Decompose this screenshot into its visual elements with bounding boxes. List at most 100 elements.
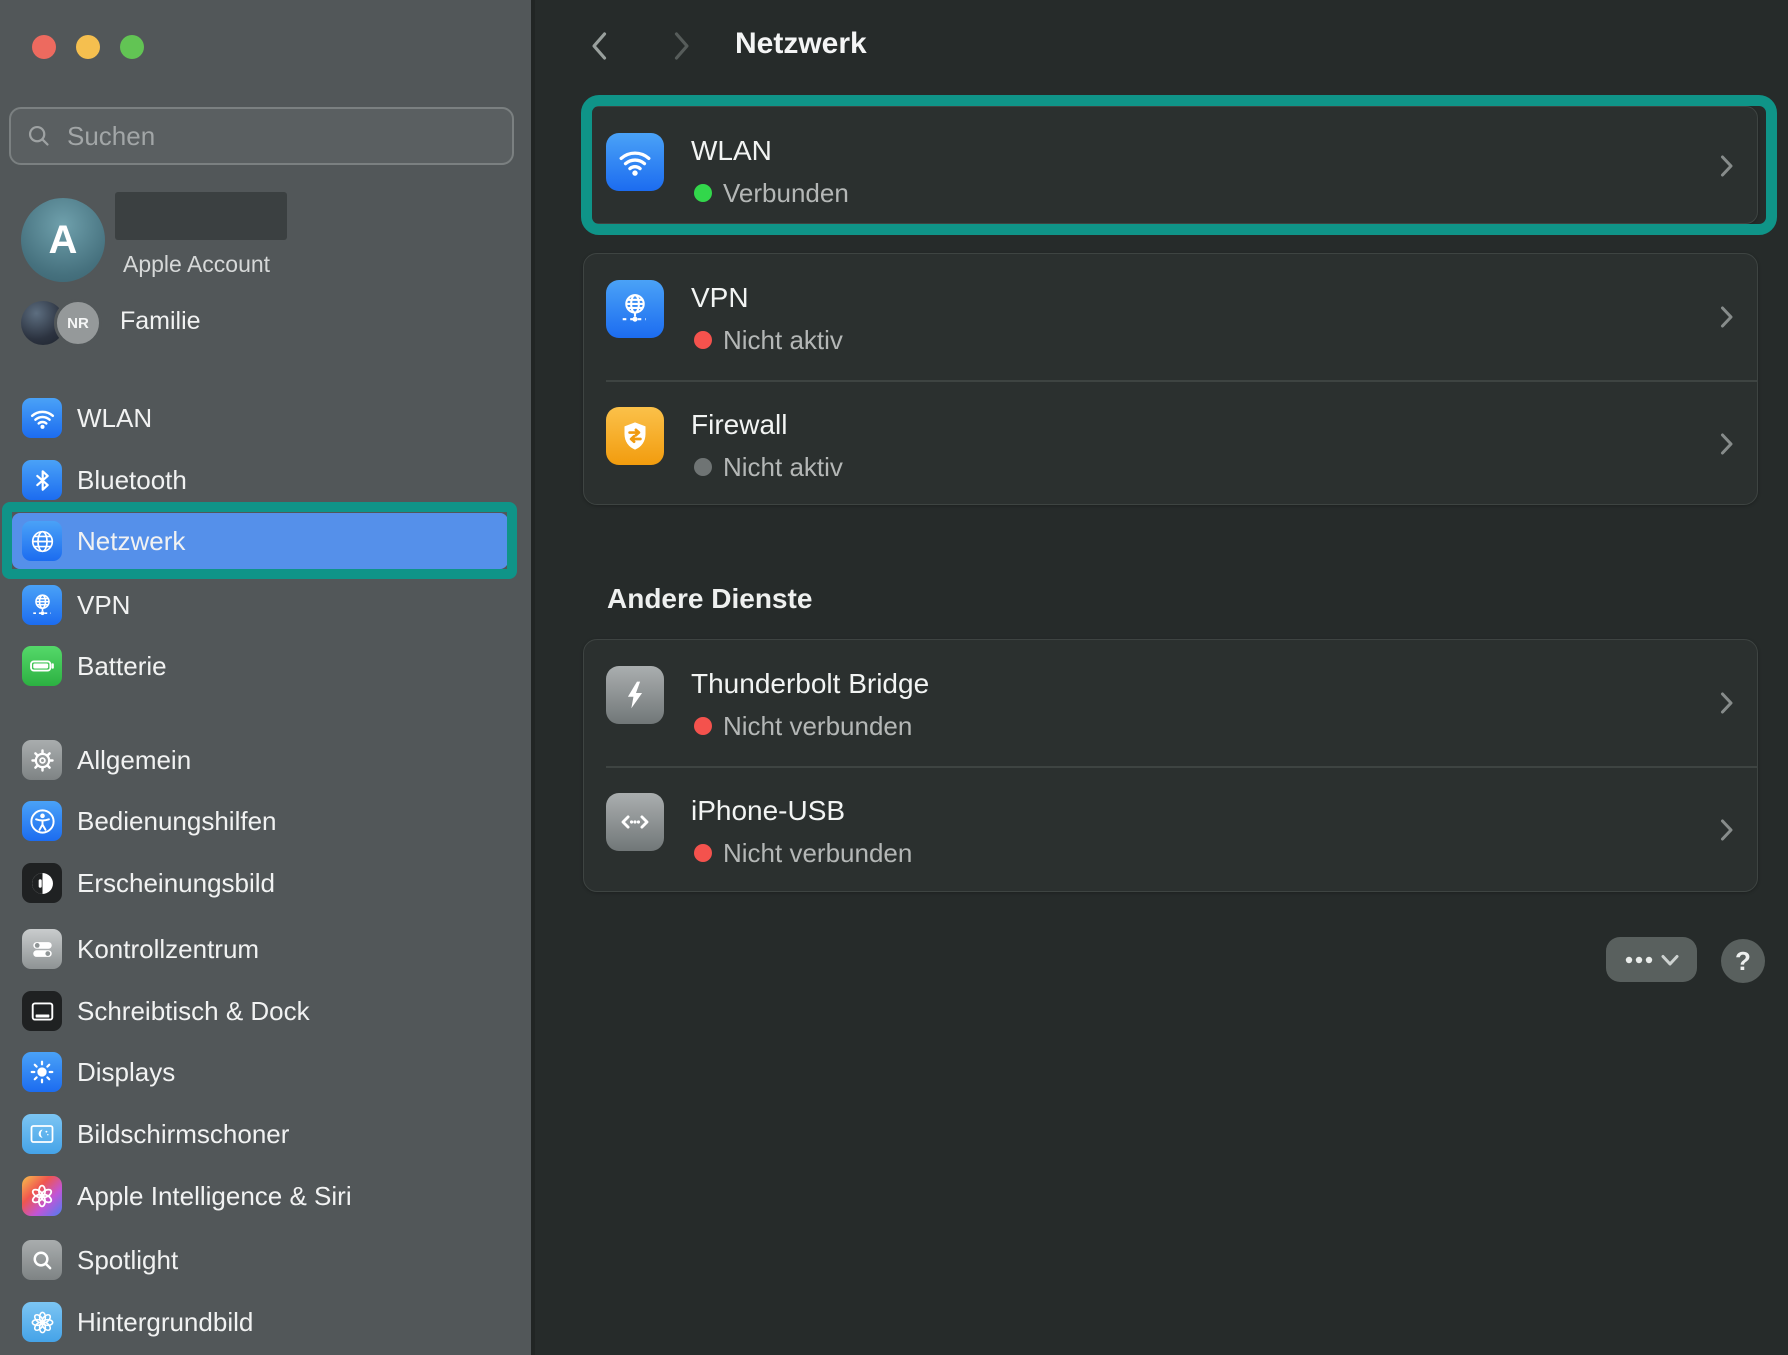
chevron-right-icon [1720,154,1734,178]
thunderbolt-icon [606,666,664,724]
ellipsis-chevron-icon [1622,948,1682,972]
wlan-row[interactable]: WLAN Verbunden [583,106,1758,224]
sidebar-item-label: Allgemein [77,745,191,776]
status-dot-red [694,331,712,349]
appearance-contrast-icon [22,863,62,903]
sidebar-item-bildschirmschoner[interactable]: Bildschirmschoner [12,1106,508,1162]
sidebar-item-label: Hintergrundbild [77,1307,253,1338]
status-dot-gray [694,458,712,476]
status-text: Nicht aktiv [723,454,843,480]
row-title: Thunderbolt Bridge [691,669,929,699]
main-content: Netzwerk WLAN Verbunden VPN N [535,0,1788,1355]
accessibility-icon [22,801,62,841]
sidebar-item-label: Erscheinungsbild [77,868,275,899]
row-title: VPN [691,283,749,313]
status-dot-red [694,717,712,735]
back-button[interactable] [590,31,608,61]
family-avatar-badge: NR [54,299,102,347]
wifi-icon [606,133,664,191]
bluetooth-icon [22,460,62,500]
sidebar-item-label: Bedienungshilfen [77,806,277,837]
sidebar-item-label: Bluetooth [77,465,187,496]
vpn-globe-icon [606,280,664,338]
sidebar-item-bedienungshilfen[interactable]: Bedienungshilfen [12,793,508,849]
help-button[interactable]: ? [1721,939,1765,983]
status-dot-red [694,844,712,862]
chevron-left-icon [590,31,608,61]
sidebar-item-schreibtisch-dock[interactable]: Schreibtisch & Dock [12,983,508,1039]
sidebar-item-label: Apple Intelligence & Siri [77,1181,352,1212]
vpn-globe-icon [22,585,62,625]
globe-icon [22,521,62,561]
more-options-button[interactable] [1606,937,1697,982]
other-services-card: Thunderbolt Bridge Nicht verbunden iPhon… [583,639,1758,892]
avatar[interactable]: A [21,198,105,282]
sidebar-item-allgemein[interactable]: Allgemein [12,732,508,788]
row-title: WLAN [691,136,772,166]
siri-rosette-icon [22,1176,62,1216]
iphone-usb-row[interactable]: iPhone-USB Nicht verbunden [584,767,1757,893]
chevron-right-icon [1720,818,1734,842]
status-row: Verbunden [694,180,849,206]
avatar-initial: A [49,218,78,263]
sidebar-item-label: Displays [77,1057,175,1088]
chevron-right-icon [673,31,691,61]
status-text: Nicht verbunden [723,840,912,866]
sidebar-item-bluetooth[interactable]: Bluetooth [12,452,508,508]
close-window-button[interactable] [32,35,56,59]
chevron-right-icon [1720,305,1734,329]
firewall-row[interactable]: Firewall Nicht aktiv [584,381,1757,507]
sidebar-item-apple-intelligence-siri[interactable]: Apple Intelligence & Siri [12,1168,508,1224]
status-text: Nicht aktiv [723,327,843,353]
minimize-window-button[interactable] [76,35,100,59]
toggles-icon [22,929,62,969]
sidebar-item-erscheinungsbild[interactable]: Erscheinungsbild [12,855,508,911]
magnifier-icon [22,1240,62,1280]
section-header: Andere Dienste [607,583,812,615]
zoom-window-button[interactable] [120,35,144,59]
sidebar-item-label: Schreibtisch & Dock [77,996,310,1027]
status-row: Nicht aktiv [694,454,843,480]
gear-icon [22,740,62,780]
row-title: Firewall [691,410,787,440]
vpn-row[interactable]: VPN Nicht aktiv [584,254,1757,380]
sidebar-item-displays[interactable]: Displays [12,1044,508,1100]
sidebar-item-apple-account[interactable]: Apple Account [123,251,270,278]
sidebar-item-batterie[interactable]: Batterie [12,638,508,694]
sun-icon [22,1052,62,1092]
sidebar-item-kontrollzentrum[interactable]: Kontrollzentrum [12,921,508,977]
question-mark-icon: ? [1735,946,1751,977]
sidebar-item-label: Spotlight [77,1245,178,1276]
page-title: Netzwerk [735,27,867,61]
battery-icon [22,646,62,686]
thunderbolt-bridge-row[interactable]: Thunderbolt Bridge Nicht verbunden [584,640,1757,766]
row-title: iPhone-USB [691,796,845,826]
firewall-shield-icon [606,407,664,465]
sidebar-item-hintergrundbild[interactable]: Hintergrundbild [12,1294,508,1350]
network-services-card: VPN Nicht aktiv Firewall Nicht aktiv [583,253,1758,505]
sidebar-item-netzwerk[interactable]: Netzwerk [12,513,508,569]
search-input[interactable] [9,107,514,165]
wifi-icon [22,398,62,438]
sidebar-item-vpn[interactable]: VPN [12,577,508,633]
family-badge-initials: NR [67,315,89,332]
sidebar-item-label: Netzwerk [77,526,185,557]
sidebar-item-label: Batterie [77,651,167,682]
sidebar: A Apple Account NR Familie WLAN Bluetoot… [0,0,535,1355]
status-dot-green [694,184,712,202]
chevron-right-icon [1720,691,1734,715]
sidebar-item-spotlight[interactable]: Spotlight [12,1232,508,1288]
screensaver-icon [22,1114,62,1154]
desktop-window-icon [22,991,62,1031]
sidebar-item-wlan[interactable]: WLAN [12,390,508,446]
forward-button[interactable] [673,31,691,61]
status-row: Nicht verbunden [694,840,912,866]
sidebar-item-family[interactable]: Familie [120,307,201,336]
sidebar-item-label: VPN [77,590,130,621]
sidebar-item-label: Kontrollzentrum [77,934,259,965]
status-text: Verbunden [723,180,849,206]
status-row: Nicht aktiv [694,327,843,353]
usb-connection-icon [606,793,664,851]
flower-icon [22,1302,62,1342]
chevron-right-icon [1720,432,1734,456]
